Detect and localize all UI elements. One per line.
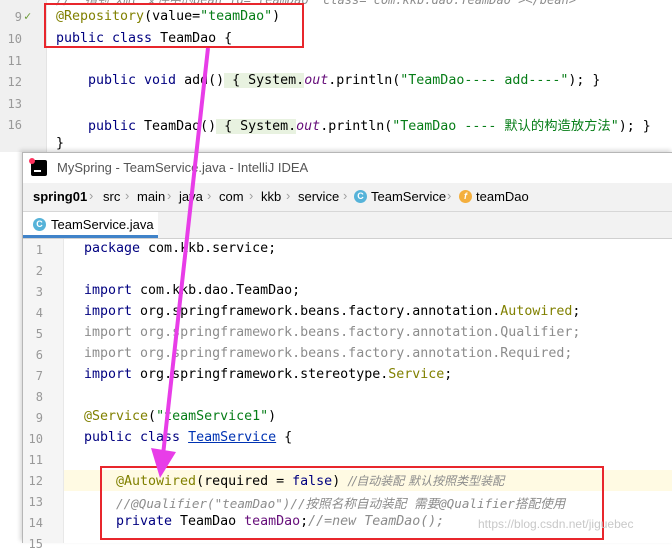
- watermark: https://blog.csdn.net/jiguebec: [478, 517, 634, 531]
- arrow-shaft: [161, 47, 210, 456]
- annotation-arrow: [151, 47, 210, 478]
- arrow-head: [151, 448, 176, 478]
